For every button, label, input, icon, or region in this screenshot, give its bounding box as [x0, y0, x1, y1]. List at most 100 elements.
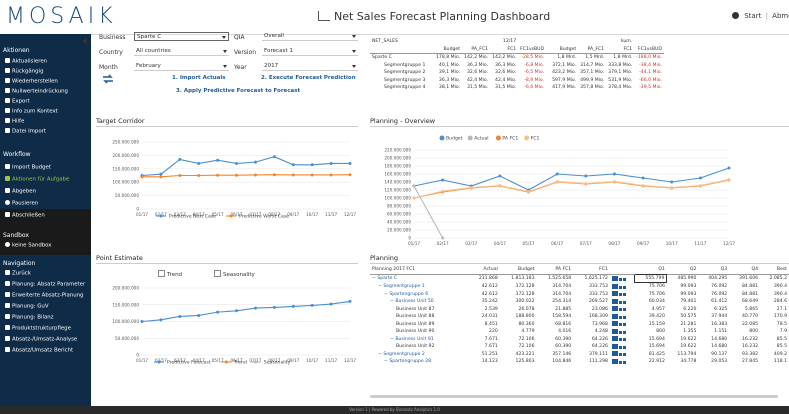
planning-quarter-cell[interactable]: 113.794 — [667, 351, 699, 359]
planning-quarter-cell[interactable]: 21.281 — [667, 321, 699, 329]
planning-cell[interactable]: 333.753 — [573, 283, 610, 291]
planning-quarter-cell[interactable]: 390.4 — [760, 283, 789, 291]
planning-cell[interactable]: 14.123 — [469, 358, 500, 366]
planning-row[interactable]: − Spartengruppe 28 14.123 125.803 104.846 11… — [370, 358, 789, 366]
planning-cell[interactable]: 42.612 — [469, 291, 500, 299]
planning-cell[interactable]: 23.086 — [573, 306, 610, 314]
sidebar-item-aktualisieren[interactable]: Aktualisieren — [5, 58, 47, 65]
planning-row[interactable]: − Segmentgruppe 2 51.251 423.221 357.146 379… — [370, 351, 789, 359]
planning-quarter-cell[interactable]: 22.085 — [729, 321, 760, 329]
planning-cell[interactable]: 188.800 — [500, 313, 537, 321]
planning-quarter-cell[interactable]: 85.5 — [760, 343, 789, 351]
planning-cell[interactable]: 7.671 — [469, 343, 500, 351]
planning-row[interactable]: Business Unit 89 8.451 80.360 68.816 73.968 1… — [370, 321, 789, 329]
planning-cell[interactable]: 220 — [469, 328, 500, 336]
planning-quarter-cell[interactable]: 79.401 — [667, 298, 699, 306]
planning-quarter-cell[interactable]: 284.6 — [760, 298, 789, 306]
sidebar-item-guv[interactable]: Planung: GuV — [5, 303, 49, 310]
planning-row-name[interactable]: Business Unit 89 — [370, 321, 469, 329]
planning-quarter-cell[interactable]: 404.295 — [698, 273, 730, 283]
sidebar-item-bericht[interactable]: Absatz/Umsatz Bericht — [5, 347, 73, 354]
planning-row[interactable]: − Business Unit 50 35.242 300.022 254.314 26… — [370, 298, 789, 306]
sidebar-item-back[interactable]: Zurück — [5, 270, 31, 277]
planning-row-name[interactable]: − Business Unit 50 — [370, 298, 469, 306]
planning-quarter-cell[interactable]: 29.053 — [698, 358, 729, 366]
planning-cell[interactable]: 104.846 — [537, 358, 574, 366]
planning-quarter-cell[interactable]: 555.799 — [634, 273, 668, 283]
planning-cell[interactable]: 26.078 — [500, 306, 537, 314]
planning-quarter-cell[interactable]: 15.694 — [635, 336, 667, 344]
planning-quarter-cell[interactable]: 7.9 — [760, 328, 789, 336]
planning-quarter-cell[interactable]: 76.092 — [698, 283, 729, 291]
planning-cell[interactable]: 68.816 — [537, 321, 574, 329]
sidebar-item-file-import[interactable]: Datei Import — [5, 128, 46, 135]
planning-quarter-cell[interactable]: 22.912 — [635, 358, 667, 366]
import-actuals-button[interactable]: 1. Import Actuals — [172, 75, 226, 81]
planning-cell[interactable]: 211.868 — [469, 273, 500, 283]
planning-quarter-cell[interactable]: 40.770 — [729, 313, 760, 321]
planning-quarter-cell[interactable]: 75.706 — [635, 291, 667, 299]
sidebar-item-export[interactable]: Export — [5, 98, 30, 105]
sidebar-item-info[interactable]: Info zum Kontext — [5, 108, 58, 115]
planning-cell[interactable]: 80.360 — [500, 321, 537, 329]
planning-quarter-cell[interactable]: 15.159 — [635, 321, 667, 329]
planning-row[interactable]: − Spartengruppe 6 42.612 372.128 314.704 333… — [370, 291, 789, 299]
planning-cell[interactable]: 111.298 — [573, 358, 610, 366]
planning-quarter-cell[interactable]: 60.034 — [635, 298, 667, 306]
planning-quarter-cell[interactable]: 14.680 — [698, 336, 729, 344]
planning-row[interactable]: Business Unit 90 220 4.779 4.016 4.248 800 1.3… — [370, 328, 789, 336]
planning-quarter-cell[interactable]: 27.845 — [729, 358, 760, 366]
planning-row-name[interactable]: Business Unit 90 — [370, 328, 469, 336]
planning-quarter-cell[interactable]: 4.957 — [635, 306, 667, 314]
planning-cell[interactable]: 60.390 — [537, 336, 574, 344]
version-select[interactable]: Forecast 1 — [262, 47, 358, 56]
planning-quarter-cell[interactable]: 50.575 — [667, 313, 699, 321]
planning-row-name[interactable]: − Segmentgruppe 1 — [370, 283, 469, 291]
planning-quarter-cell[interactable]: 16.232 — [729, 336, 760, 344]
sidebar-item-redo[interactable]: Wiederherstellen — [5, 78, 58, 85]
planning-quarter-cell[interactable]: 16.232 — [729, 343, 760, 351]
planning-quarter-cell[interactable]: 5.865 — [729, 306, 760, 314]
planning-quarter-cell[interactable]: 76.092 — [698, 291, 729, 299]
sidebar-item-complete[interactable]: Abschließen — [5, 212, 45, 219]
planning-quarter-cell[interactable]: 19.622 — [667, 343, 699, 351]
planning-cell[interactable]: 72.106 — [500, 343, 537, 351]
planning-quarter-cell[interactable]: 34.778 — [667, 358, 699, 366]
planning-quarter-cell[interactable]: 84.881 — [729, 283, 760, 291]
planning-cell[interactable]: 21.885 — [537, 306, 574, 314]
planning-cell[interactable]: 314.704 — [537, 291, 574, 299]
planning-quarter-cell[interactable]: 1.151 — [698, 328, 729, 336]
sidebar-item-produktstruktur[interactable]: Produktstrukturpflege — [5, 325, 71, 332]
planning-cell[interactable]: 333.753 — [573, 291, 610, 299]
planning-cell[interactable]: 8.451 — [469, 321, 500, 329]
sidebar-item-no-sandbox[interactable]: keine Sandbox — [5, 242, 52, 249]
planning-cell[interactable]: 64.226 — [573, 343, 610, 351]
planning-cell[interactable]: 168.309 — [573, 313, 610, 321]
planning-quarter-cell[interactable]: 19.622 — [667, 336, 699, 344]
seasonality-checkbox[interactable]: Seasonality — [214, 270, 255, 278]
planning-quarter-cell[interactable]: 81.425 — [635, 351, 667, 359]
planning-quarter-cell[interactable]: 390.4 — [760, 291, 789, 299]
planning-cell[interactable]: 60.390 — [537, 343, 574, 351]
planning-row-name[interactable]: − Business Unit 91 — [370, 336, 469, 344]
sidebar-item-import-budget[interactable]: Import Budget — [5, 164, 51, 171]
planning-quarter-cell[interactable]: 27.1 — [760, 306, 789, 314]
planning-cell[interactable]: 1.625.172 — [573, 273, 610, 283]
planning-quarter-cell[interactable]: 15.694 — [635, 343, 667, 351]
planning-cell[interactable]: 73.968 — [573, 321, 610, 329]
year-select[interactable]: 2017 — [262, 62, 358, 71]
business-select[interactable]: Sparte C — [134, 32, 229, 41]
sidebar-item-erweiterte-absatz[interactable]: Erweiterte Absatz-Planung — [5, 292, 83, 299]
planning-quarter-cell[interactable]: 409.2 — [760, 351, 789, 359]
planning-quarter-cell[interactable]: 2.085.2 — [760, 273, 789, 283]
sidebar-item-help[interactable]: Hilfe — [5, 118, 24, 125]
planning-cell[interactable]: 64.226 — [573, 336, 610, 344]
sidebar-item-analyse[interactable]: Absatz-/Umsatz-Analyse — [5, 336, 77, 343]
planning-quarter-cell[interactable]: 85.5 — [760, 336, 789, 344]
planning-cell[interactable]: 125.803 — [500, 358, 537, 366]
planning-quarter-cell[interactable]: 1.355 — [667, 328, 699, 336]
planning-cell[interactable]: 379.111 — [573, 351, 610, 359]
sidebar-item-task-actions[interactable]: Aktionen für Aufgabe — [5, 176, 69, 183]
planning-cell[interactable]: 300.022 — [500, 298, 537, 306]
planning-row[interactable]: − Sparte C 211.868 1.813.183 1.525.658 1.625… — [370, 273, 789, 283]
